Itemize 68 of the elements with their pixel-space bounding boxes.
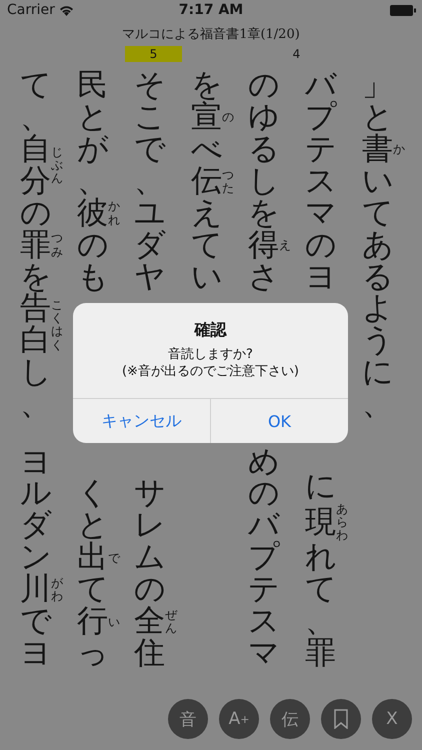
ruby-text: か <box>393 143 405 156</box>
bookmark-button[interactable] <box>321 699 361 739</box>
toolbar-button[interactable]: 伝 <box>270 699 310 739</box>
chapter-title: マルコによる福音書1章(1/20) <box>121 26 301 43</box>
column-text: に <box>305 470 336 503</box>
battery-icon <box>390 4 416 16</box>
column-text: くと <box>77 478 108 542</box>
column-text: さ <box>248 262 279 294</box>
ruby-text: かれ <box>108 200 120 227</box>
column-text: 得 <box>248 230 279 262</box>
toolbar-button[interactable]: A$^{+}$ <box>219 699 259 739</box>
column-text: 川 <box>20 574 51 606</box>
ruby-text: じぶん <box>51 146 63 186</box>
column-text: を <box>20 262 51 294</box>
column-text: べ <box>191 134 222 166</box>
ruby-text: ぜん <box>165 608 177 636</box>
column-text: 民とが、 <box>77 70 108 198</box>
bookmark-icon <box>334 709 348 729</box>
column-text: 現 <box>305 506 336 538</box>
ruby-text: つみ <box>51 232 63 259</box>
column-text: 罪 <box>20 230 51 262</box>
column-text: 告白 <box>20 293 51 358</box>
ruby-text: がわ <box>51 577 63 604</box>
carrier-label: Carrier <box>7 2 55 18</box>
column-text: えてい <box>191 198 222 294</box>
column-text: れて、罪 <box>305 542 336 670</box>
ruby-text: い <box>108 616 120 629</box>
column-text: でヨ <box>20 606 51 670</box>
ruby-text: で <box>108 552 120 565</box>
column-text: 彼 <box>77 198 108 230</box>
ruby-text: え <box>279 238 291 252</box>
column-text: 行 <box>77 606 108 638</box>
column-text: て、 <box>20 70 51 134</box>
column-text: を <box>191 70 222 102</box>
dialog-button[interactable]: OK <box>210 399 348 443</box>
column-text: 書 <box>362 134 393 166</box>
page-tab[interactable]: 4 <box>268 46 325 62</box>
column-text: 出 <box>77 542 108 574</box>
page-tab[interactable]: 5 <box>125 46 182 62</box>
column-text: っ <box>77 638 108 670</box>
column-text: のも <box>77 230 108 294</box>
wifi-icon <box>58 4 74 16</box>
ruby-text: の <box>222 111 234 124</box>
column-text: て <box>77 574 108 606</box>
column-text: し、 <box>20 357 51 422</box>
ruby-text: こくはく <box>51 299 63 352</box>
dialog-button[interactable]: キャンセル <box>73 399 210 443</box>
column-text: 自分 <box>20 134 51 198</box>
clock-text: 7:17 AM <box>178 2 244 18</box>
column-text: いてあるように、 <box>362 166 393 422</box>
ruby-text: あらわ <box>336 502 348 542</box>
column-text: のゆるしを <box>248 70 279 230</box>
column-text: 伝 <box>191 166 222 198</box>
ruby-text: つた <box>222 168 234 195</box>
dialog-message: 音読しますか? (※音が出るのでご注意下さい) <box>120 346 300 381</box>
column-text: バプテスマのヨ <box>305 70 336 294</box>
column-text: 」と <box>362 70 393 134</box>
column-text: めのバプテスマ <box>248 446 279 670</box>
column-text: 宣 <box>191 102 222 134</box>
column-text: サレムの <box>134 478 165 606</box>
dialog-title: 確認 <box>193 319 228 341</box>
toolbar-button[interactable]: X <box>372 699 412 739</box>
column-text: ヨルダン <box>20 446 51 574</box>
toolbar-button[interactable]: 音 <box>168 699 208 739</box>
column-text: 住 <box>134 638 165 670</box>
column-text: の <box>20 198 51 230</box>
column-text: 全 <box>134 606 165 638</box>
column-text: そこで、ユダヤ <box>134 70 165 294</box>
